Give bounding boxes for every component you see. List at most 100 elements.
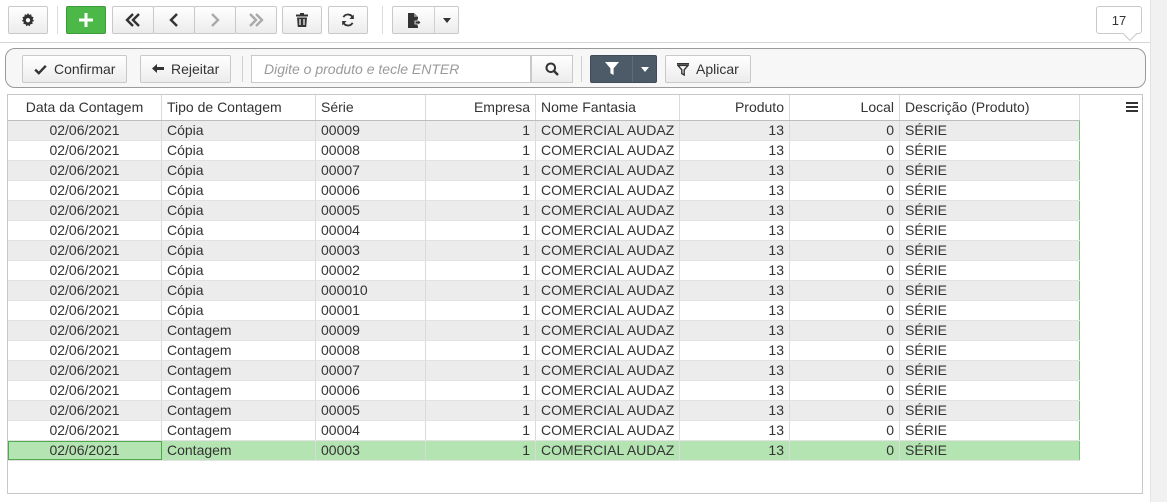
cell-date[interactable]: 02/06/2021: [8, 241, 162, 260]
column-header-series[interactable]: Série: [316, 95, 426, 120]
cell-count-type[interactable]: Cópia: [162, 181, 316, 200]
cell-product[interactable]: 13: [680, 441, 790, 460]
cell-description[interactable]: SÉRIE: [900, 281, 1080, 300]
column-header-count-type[interactable]: Tipo de Contagem: [162, 95, 316, 120]
cell-trade-name[interactable]: COMERCIAL AUDAZ: [536, 281, 680, 300]
cell-location[interactable]: 0: [790, 181, 900, 200]
cell-location[interactable]: 0: [790, 121, 900, 140]
cell-description[interactable]: SÉRIE: [900, 381, 1080, 400]
table-row[interactable]: 02/06/2021 Cópia 00009 1 COMERCIAL AUDAZ 13 0 S…: [8, 121, 1080, 141]
cell-count-type[interactable]: Contagem: [162, 321, 316, 340]
export-dropdown-toggle[interactable]: [435, 17, 458, 23]
cell-company[interactable]: 1: [426, 141, 536, 160]
cell-product[interactable]: 13: [680, 121, 790, 140]
cell-company[interactable]: 1: [426, 441, 536, 460]
cell-location[interactable]: 0: [790, 341, 900, 360]
cell-count-type[interactable]: Contagem: [162, 401, 316, 420]
cell-location[interactable]: 0: [790, 141, 900, 160]
cell-count-type[interactable]: Cópia: [162, 201, 316, 220]
cell-date[interactable]: 02/06/2021: [8, 361, 162, 380]
cell-product[interactable]: 13: [680, 321, 790, 340]
cell-company[interactable]: 1: [426, 321, 536, 340]
column-header-description[interactable]: Descrição (Produto): [900, 95, 1080, 120]
cell-company[interactable]: 1: [426, 281, 536, 300]
cell-description[interactable]: SÉRIE: [900, 421, 1080, 440]
cell-series[interactable]: 00009: [316, 121, 426, 140]
cell-product[interactable]: 13: [680, 201, 790, 220]
cell-series[interactable]: 00002: [316, 261, 426, 280]
cell-series[interactable]: 00003: [316, 241, 426, 260]
cell-description[interactable]: SÉRIE: [900, 261, 1080, 280]
next-record-button[interactable]: [194, 6, 236, 34]
cell-company[interactable]: 1: [426, 121, 536, 140]
table-row[interactable]: 02/06/2021 Cópia 00007 1 COMERCIAL AUDAZ 13 0 S…: [8, 161, 1080, 181]
cell-series[interactable]: 00007: [316, 361, 426, 380]
cell-location[interactable]: 0: [790, 321, 900, 340]
export-button[interactable]: [392, 6, 459, 34]
cell-product[interactable]: 13: [680, 181, 790, 200]
cell-description[interactable]: SÉRIE: [900, 341, 1080, 360]
cell-trade-name[interactable]: COMERCIAL AUDAZ: [536, 241, 680, 260]
cell-trade-name[interactable]: COMERCIAL AUDAZ: [536, 421, 680, 440]
cell-trade-name[interactable]: COMERCIAL AUDAZ: [536, 441, 680, 460]
cell-product[interactable]: 13: [680, 241, 790, 260]
table-row[interactable]: 02/06/2021 Cópia 00008 1 COMERCIAL AUDAZ 13 0 S…: [8, 141, 1080, 161]
cell-description[interactable]: SÉRIE: [900, 361, 1080, 380]
table-row[interactable]: 02/06/2021 Contagem 00004 1 COMERCIAL AUDAZ 1…: [8, 421, 1080, 441]
cell-company[interactable]: 1: [426, 381, 536, 400]
page-scrollbar[interactable]: [1150, 0, 1167, 502]
cell-date[interactable]: 02/06/2021: [8, 401, 162, 420]
column-header-trade-name[interactable]: Nome Fantasia: [536, 95, 680, 120]
cell-date[interactable]: 02/06/2021: [8, 261, 162, 280]
cell-company[interactable]: 1: [426, 361, 536, 380]
cell-count-type[interactable]: Cópia: [162, 281, 316, 300]
cell-product[interactable]: 13: [680, 261, 790, 280]
cell-company[interactable]: 1: [426, 201, 536, 220]
filter-dropdown-toggle[interactable]: [633, 56, 656, 82]
search-button[interactable]: [531, 55, 573, 83]
cell-count-type[interactable]: Cópia: [162, 261, 316, 280]
cell-trade-name[interactable]: COMERCIAL AUDAZ: [536, 321, 680, 340]
cell-description[interactable]: SÉRIE: [900, 301, 1080, 320]
cell-series[interactable]: 00001: [316, 301, 426, 320]
cell-description[interactable]: SÉRIE: [900, 161, 1080, 180]
table-row[interactable]: 02/06/2021 Contagem 00007 1 COMERCIAL AUDAZ 1…: [8, 361, 1080, 381]
cell-product[interactable]: 13: [680, 401, 790, 420]
table-row[interactable]: 02/06/2021 Cópia 00001 1 COMERCIAL AUDAZ 13 0 S…: [8, 301, 1080, 321]
column-header-location[interactable]: Local: [790, 95, 900, 120]
cell-company[interactable]: 1: [426, 221, 536, 240]
cell-location[interactable]: 0: [790, 281, 900, 300]
cell-location[interactable]: 0: [790, 421, 900, 440]
cell-description[interactable]: SÉRIE: [900, 441, 1080, 460]
cell-series[interactable]: 000010: [316, 281, 426, 300]
cell-series[interactable]: 00007: [316, 161, 426, 180]
cell-company[interactable]: 1: [426, 161, 536, 180]
cell-trade-name[interactable]: COMERCIAL AUDAZ: [536, 221, 680, 240]
cell-location[interactable]: 0: [790, 361, 900, 380]
cell-date[interactable]: 02/06/2021: [8, 221, 162, 240]
cell-description[interactable]: SÉRIE: [900, 221, 1080, 240]
cell-description[interactable]: SÉRIE: [900, 141, 1080, 160]
cell-trade-name[interactable]: COMERCIAL AUDAZ: [536, 161, 680, 180]
cell-date[interactable]: 02/06/2021: [8, 121, 162, 140]
cell-description[interactable]: SÉRIE: [900, 201, 1080, 220]
table-row[interactable]: 02/06/2021 Contagem 00003 1 COMERCIAL AUDAZ 1…: [8, 441, 1080, 461]
cell-location[interactable]: 0: [790, 161, 900, 180]
cell-trade-name[interactable]: COMERCIAL AUDAZ: [536, 381, 680, 400]
reject-button[interactable]: Rejeitar: [140, 55, 232, 83]
cell-series[interactable]: 00006: [316, 381, 426, 400]
cell-product[interactable]: 13: [680, 141, 790, 160]
cell-date[interactable]: 02/06/2021: [8, 281, 162, 300]
cell-date[interactable]: 02/06/2021: [8, 301, 162, 320]
table-row[interactable]: 02/06/2021 Contagem 00006 1 COMERCIAL AUDAZ 1…: [8, 381, 1080, 401]
cell-date[interactable]: 02/06/2021: [8, 381, 162, 400]
cell-date[interactable]: 02/06/2021: [8, 141, 162, 160]
cell-series[interactable]: 00005: [316, 401, 426, 420]
cell-count-type[interactable]: Cópia: [162, 241, 316, 260]
cell-company[interactable]: 1: [426, 341, 536, 360]
cell-count-type[interactable]: Cópia: [162, 121, 316, 140]
delete-button[interactable]: [282, 6, 322, 34]
cell-count-type[interactable]: Contagem: [162, 441, 316, 460]
table-row[interactable]: 02/06/2021 Contagem 00009 1 COMERCIAL AUDAZ 1…: [8, 321, 1080, 341]
cell-date[interactable]: 02/06/2021: [8, 341, 162, 360]
